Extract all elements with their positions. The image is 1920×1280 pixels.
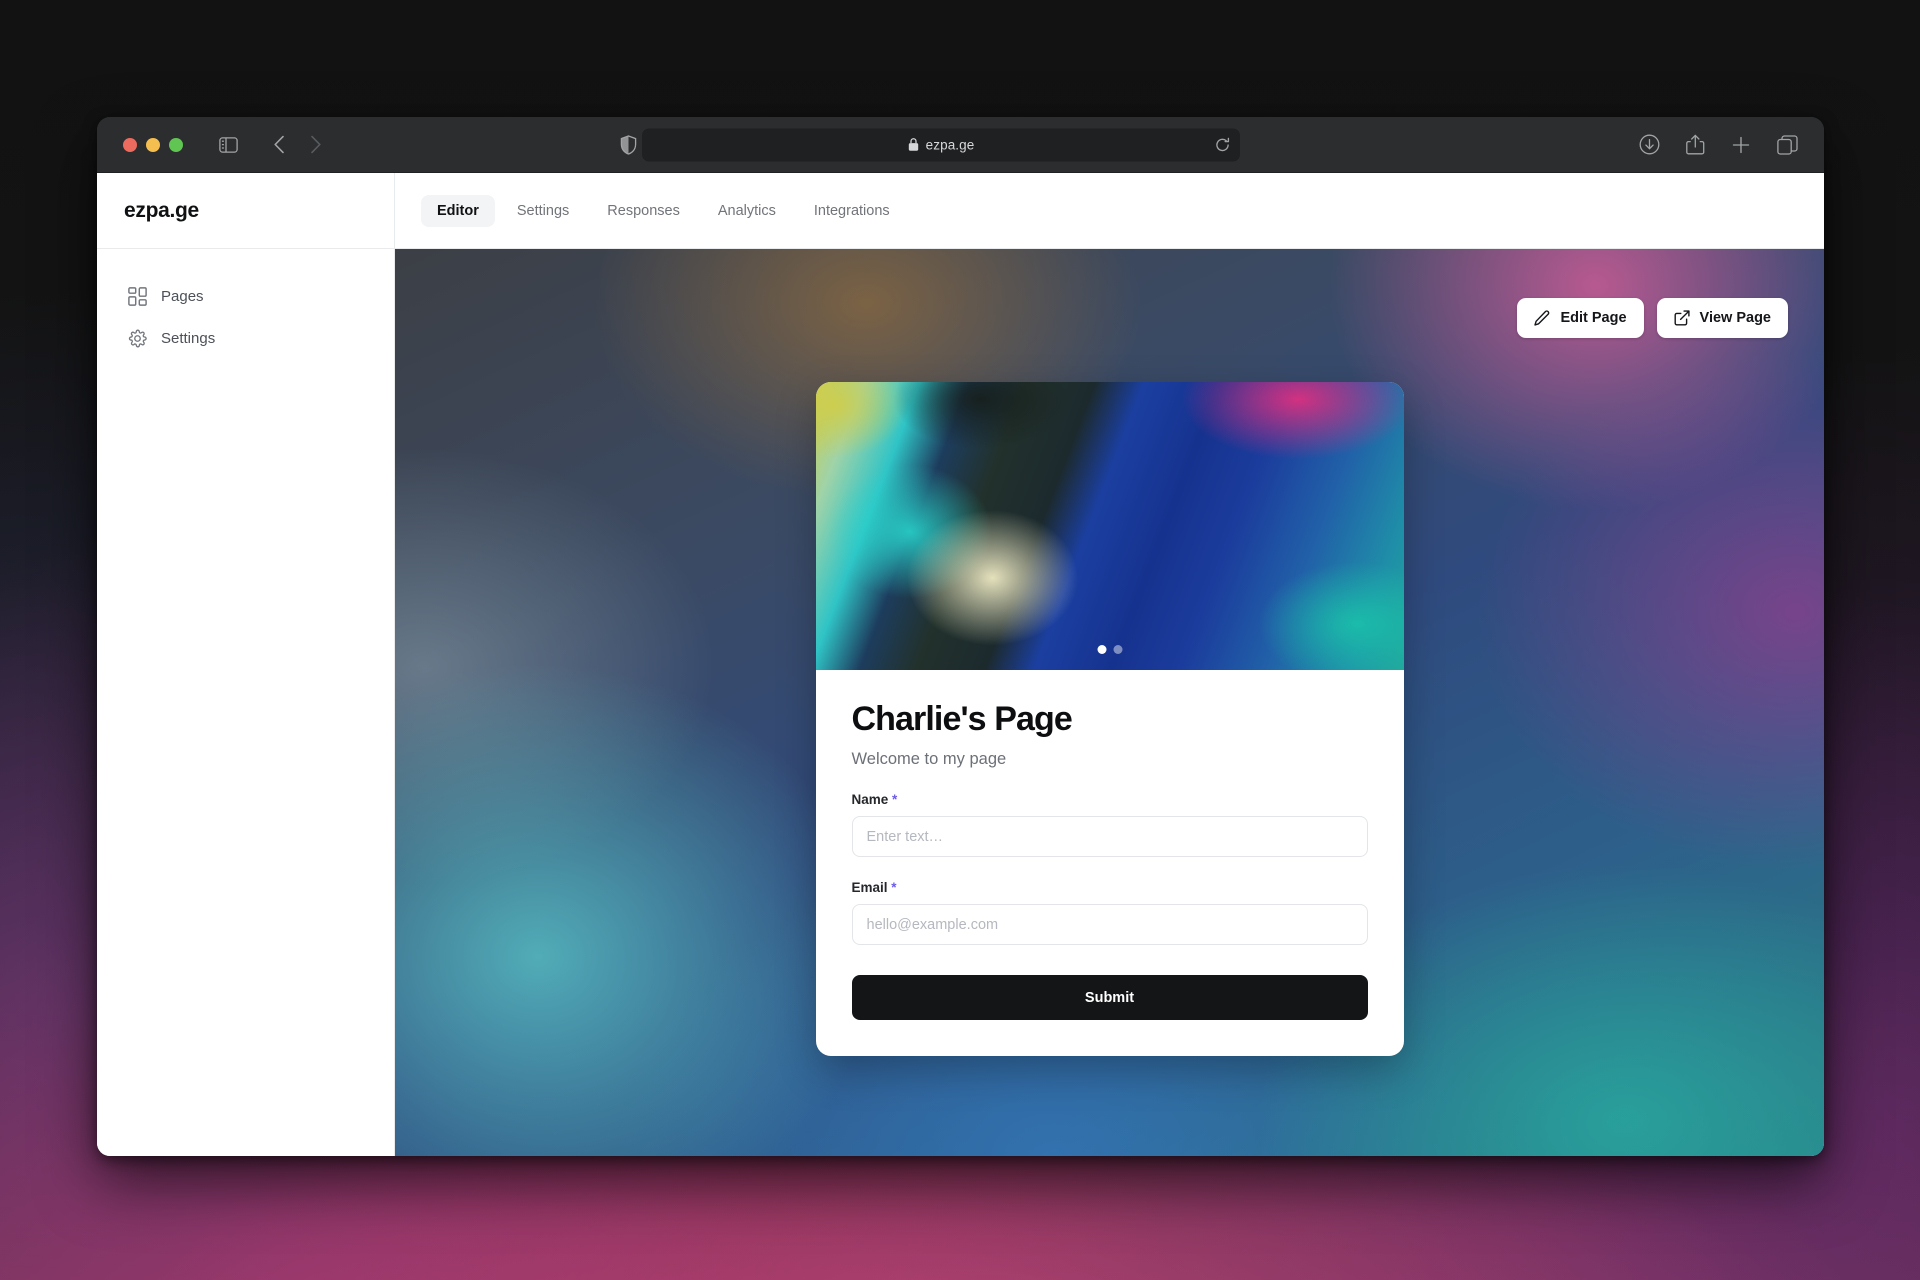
required-marker: * [891, 880, 897, 895]
field-name: Name * [851, 792, 1368, 857]
body-row: Pages Settings Edit Page View Page Charl… [97, 249, 1824, 1156]
hero-image [815, 382, 1404, 670]
tab-editor[interactable]: Editor [421, 194, 495, 227]
tab-analytics[interactable]: Analytics [702, 195, 792, 227]
grid-icon [127, 286, 147, 306]
sidebar-item-pages[interactable]: Pages [113, 275, 378, 317]
required-marker: * [892, 792, 898, 807]
field-email: Email * [851, 880, 1368, 945]
browser-window: ezpa.ge ezpa.ge Editor Settings Response… [97, 117, 1824, 1156]
tab-bar: Editor Settings Responses Analytics Inte… [395, 173, 906, 248]
carousel-dot-1[interactable] [1097, 645, 1106, 654]
forward-button[interactable] [303, 132, 329, 158]
reload-icon[interactable] [1213, 136, 1231, 154]
field-label-email: Email * [852, 880, 1368, 895]
url-text: ezpa.ge [925, 137, 975, 152]
pencil-icon [1534, 310, 1550, 326]
page-viewport: ezpa.ge Editor Settings Responses Analyt… [97, 173, 1824, 1156]
page-title: Charlie's Page [851, 700, 1073, 738]
email-input[interactable] [851, 904, 1368, 945]
submit-button[interactable]: Submit [851, 975, 1368, 1020]
edit-page-button[interactable]: Edit Page [1517, 298, 1644, 338]
sidebar: Pages Settings [97, 249, 395, 1156]
field-label-text: Email [851, 880, 888, 895]
window-controls [123, 137, 183, 152]
page-subtitle: Welcome to my page [851, 750, 1007, 768]
back-button[interactable] [266, 132, 292, 158]
share-icon[interactable] [1682, 132, 1708, 158]
lock-icon [908, 138, 919, 152]
view-page-button[interactable]: View Page [1656, 298, 1788, 338]
downloads-icon[interactable] [1636, 132, 1662, 158]
tab-responses[interactable]: Responses [591, 195, 696, 227]
sidebar-toggle-icon[interactable] [215, 132, 241, 158]
content-canvas: Edit Page View Page Charlie's Page Welco… [395, 249, 1824, 1156]
brand-block: ezpa.ge [97, 173, 395, 248]
close-window-button[interactable] [123, 137, 137, 152]
browser-toolbar: ezpa.ge [97, 117, 1824, 173]
page-card: Charlie's Page Welcome to my page Name * [815, 382, 1404, 1056]
edit-page-label: Edit Page [1560, 310, 1627, 326]
minimize-window-button[interactable] [146, 137, 160, 152]
toolbar-right-group [1636, 132, 1800, 158]
external-link-icon [1674, 310, 1690, 326]
card-body: Charlie's Page Welcome to my page Name * [816, 670, 1404, 1056]
field-label-name: Name * [852, 792, 1368, 807]
app-header: ezpa.ge Editor Settings Responses Analyt… [97, 173, 1824, 249]
tab-overview-icon[interactable] [1774, 132, 1800, 158]
shield-icon[interactable] [615, 132, 641, 158]
page-actions: Edit Page View Page [1517, 298, 1788, 338]
gear-icon [127, 328, 147, 348]
maximize-window-button[interactable] [169, 137, 183, 152]
name-input[interactable] [851, 816, 1368, 857]
address-bar[interactable]: ezpa.ge [642, 128, 1240, 161]
sidebar-item-settings[interactable]: Settings [113, 317, 378, 359]
brand-title: ezpa.ge [124, 198, 199, 222]
view-page-label: View Page [1699, 310, 1771, 326]
sidebar-item-label: Settings [161, 329, 216, 347]
new-tab-icon[interactable] [1728, 132, 1754, 158]
field-label-text: Name [851, 792, 889, 807]
sidebar-item-label: Pages [161, 287, 204, 305]
carousel-dot-2[interactable] [1113, 645, 1122, 654]
carousel-dots [1097, 645, 1122, 654]
tab-integrations[interactable]: Integrations [798, 195, 906, 227]
tab-settings[interactable]: Settings [501, 195, 585, 227]
